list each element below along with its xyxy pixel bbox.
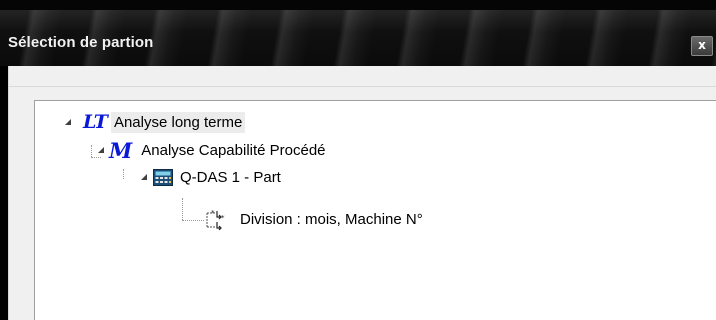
tree-connector <box>91 145 93 157</box>
tree-node-long-term-analysis[interactable]: LT Analyse long terme <box>63 110 246 134</box>
expanded-triangle-icon[interactable] <box>96 145 106 155</box>
tree-node-division[interactable]: * * Division : mois, Machine N° <box>205 207 426 231</box>
partition-tree[interactable]: LT Analyse long terme M Analyse Capabili… <box>34 100 716 320</box>
calculator-icon <box>153 168 173 186</box>
tree-connector <box>182 198 184 220</box>
tree-node-label[interactable]: Division : mois, Machine N° <box>237 209 426 230</box>
expanded-triangle-icon[interactable] <box>139 172 149 182</box>
split-division-icon: * * <box>206 209 225 231</box>
dialog-client-area: LT Analyse long terme M Analyse Capabili… <box>8 66 716 320</box>
tree-node-label[interactable]: Analyse long terme <box>110 111 246 133</box>
svg-text:*: * <box>211 209 215 217</box>
tree-node-label[interactable]: Analyse Capabilité Procédé <box>138 140 328 161</box>
expanded-triangle-icon[interactable] <box>63 117 73 127</box>
svg-text:*: * <box>221 214 225 222</box>
lt-analysis-icon: LT <box>83 111 108 133</box>
tree-node-capability-analysis[interactable]: M Analyse Capabilité Procédé <box>96 137 329 163</box>
tree-connector <box>123 169 125 179</box>
separator-line <box>9 86 716 87</box>
dialog-titlebar[interactable]: Sélection de partion x <box>0 10 716 66</box>
close-button[interactable]: x <box>691 36 713 56</box>
dialog-title: Sélection de partion <box>8 34 154 51</box>
tree-node-label[interactable]: Q-DAS 1 - Part <box>177 167 284 188</box>
tree-connector <box>182 220 204 222</box>
screen-top-strip <box>0 0 716 10</box>
tree-node-part[interactable]: Q-DAS 1 - Part <box>139 165 284 189</box>
m-capability-icon: M <box>109 137 133 163</box>
partition-selection-dialog: Sélection de partion x LT Analyse long t… <box>0 0 716 320</box>
